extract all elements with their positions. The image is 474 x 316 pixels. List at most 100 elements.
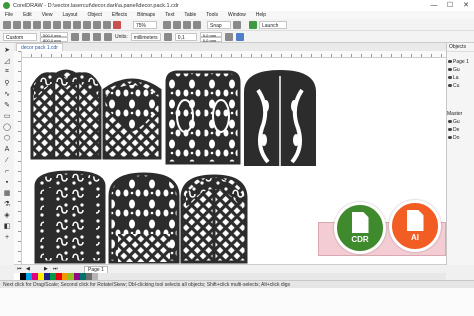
pick-tool-icon[interactable]: ➤: [3, 46, 11, 54]
landscape-icon[interactable]: [82, 32, 90, 41]
prev-page-icon[interactable]: ◀: [26, 266, 30, 272]
current-page-icon[interactable]: [104, 32, 112, 41]
visibility-eye-icon[interactable]: [448, 128, 452, 132]
docker-row-master[interactable]: Master: [447, 110, 474, 118]
smart-fill-icon[interactable]: ◧: [3, 222, 11, 230]
menu-edit[interactable]: Edit: [18, 12, 37, 18]
menu-object[interactable]: Object: [82, 12, 106, 18]
docker-row-document-grid[interactable]: Do: [447, 134, 474, 142]
panel-arched-dense-floral[interactable]: [108, 172, 180, 264]
menu-bar: File Edit View Layout Object Effects Bit…: [0, 11, 474, 19]
portrait-icon[interactable]: [71, 32, 79, 41]
save-icon[interactable]: [23, 20, 31, 29]
menu-effects[interactable]: Effects: [107, 12, 132, 18]
menu-view[interactable]: View: [37, 12, 58, 18]
all-pages-icon[interactable]: [93, 32, 101, 41]
docker-row-master-guides[interactable]: Gu: [447, 118, 474, 126]
visibility-eye-icon[interactable]: [448, 68, 452, 72]
duplicate-y-field[interactable]: 5,0 mm: [199, 36, 222, 43]
color-swatch[interactable]: [92, 273, 98, 280]
parallel-dimension-icon[interactable]: ∕: [3, 156, 11, 164]
menu-window[interactable]: Window: [223, 12, 251, 18]
maximize-button[interactable]: ☐: [442, 0, 458, 11]
open-icon[interactable]: [13, 20, 21, 29]
minimize-button[interactable]: —: [426, 0, 442, 11]
color-palette: [14, 273, 446, 280]
grid-icon[interactable]: [183, 20, 191, 29]
docker-row-desktop[interactable]: De: [447, 126, 474, 134]
menu-table[interactable]: Table: [179, 12, 201, 18]
zoom-tool-icon[interactable]: ⚲: [3, 79, 11, 87]
standard-toolbar: 75% Snap To Launch: [0, 19, 474, 37]
visibility-eye-icon[interactable]: [448, 120, 452, 124]
new-document-icon[interactable]: [3, 20, 11, 29]
rectangle-tool-icon[interactable]: ▭: [3, 112, 11, 120]
menu-file[interactable]: File: [0, 12, 18, 18]
docker-row-guides[interactable]: Gu: [447, 66, 474, 74]
panel-tall-scroll[interactable]: [244, 70, 316, 166]
ellipse-tool-icon[interactable]: ◯: [3, 123, 11, 131]
nudge-icon: [163, 32, 172, 41]
units-dropdown[interactable]: millimeters: [130, 32, 161, 41]
launch-dropdown[interactable]: Launch: [259, 20, 287, 29]
panel-double-door-ornamental[interactable]: [165, 70, 241, 165]
next-page-icon[interactable]: ▶: [44, 266, 48, 272]
export-icon[interactable]: [103, 20, 111, 29]
cut-icon[interactable]: [43, 20, 51, 29]
copy-icon[interactable]: [53, 20, 61, 29]
guidelines-icon[interactable]: [193, 20, 201, 29]
undo-icon[interactable]: [73, 20, 81, 29]
text-tool-icon[interactable]: A: [3, 145, 11, 153]
rulers-icon[interactable]: [173, 20, 181, 29]
add-tool-icon[interactable]: +: [3, 233, 11, 241]
launch-icon[interactable]: [249, 20, 257, 29]
menu-layout[interactable]: Layout: [57, 12, 82, 18]
snap-to-dropdown[interactable]: Snap To: [207, 20, 231, 37]
redo-icon[interactable]: [83, 20, 91, 29]
docker-row-layer[interactable]: La: [447, 74, 474, 82]
toolbox: ➤ ◿ ⌗ ⚲ ∿ ✎ ▭ ◯ ⬡ A ∕ ⌐ ▪ ▦ ⚗ ◈ ◧ +: [0, 43, 15, 265]
visibility-eye-icon[interactable]: [448, 76, 452, 80]
menu-tools[interactable]: Tools: [201, 12, 223, 18]
panel-lattice-screen[interactable]: [30, 69, 102, 160]
panel-arched-floral[interactable]: [102, 78, 162, 160]
close-button[interactable]: ✕: [458, 0, 474, 11]
artistic-media-icon[interactable]: ✎: [3, 101, 11, 109]
last-page-icon[interactable]: ⏭: [53, 266, 58, 272]
nudge-distance-field[interactable]: 0,1 mm: [174, 32, 197, 49]
visibility-eye-icon[interactable]: [448, 84, 452, 88]
eyedropper-icon[interactable]: ⚗: [3, 200, 11, 208]
panel-double-door-lattice[interactable]: [180, 174, 248, 264]
interactive-fill-icon[interactable]: ◈: [3, 211, 11, 219]
panel-scroll-pillars[interactable]: [34, 170, 106, 264]
crop-tool-icon[interactable]: ⌗: [3, 68, 11, 76]
first-page-icon[interactable]: ⏮: [17, 266, 22, 272]
import-icon[interactable]: [93, 20, 101, 29]
status-bar: Next click for Drag/Scale; Second click …: [0, 280, 474, 288]
vertical-ruler[interactable]: [14, 51, 22, 264]
menu-text[interactable]: Text: [160, 12, 179, 18]
menu-help[interactable]: Help: [251, 12, 271, 18]
treat-as-filled-icon[interactable]: [224, 32, 233, 41]
paste-icon[interactable]: [63, 20, 71, 29]
page-height-field[interactable]: 800,0 mm: [40, 36, 68, 43]
zoom-level-field[interactable]: 75%: [133, 20, 157, 29]
connector-tool-icon[interactable]: ⌐: [3, 167, 11, 175]
polygon-tool-icon[interactable]: ⬡: [3, 134, 11, 142]
visibility-eye-icon[interactable]: [448, 60, 452, 64]
horizontal-ruler[interactable]: [21, 51, 446, 58]
docker-row-page[interactable]: Page 1: [447, 58, 474, 66]
visibility-eye-icon[interactable]: [448, 136, 452, 140]
drop-shadow-icon[interactable]: ▪: [3, 178, 11, 186]
options-gear-icon[interactable]: [233, 20, 241, 29]
full-screen-icon[interactable]: [163, 20, 171, 29]
freehand-tool-icon[interactable]: ∿: [3, 90, 11, 98]
options-icon[interactable]: [235, 32, 244, 41]
print-icon[interactable]: [33, 20, 41, 29]
transparency-tool-icon[interactable]: ▦: [3, 189, 11, 197]
page-size-dropdown[interactable]: Custom: [3, 32, 37, 41]
publish-pdf-icon[interactable]: [113, 20, 121, 29]
menu-bitmaps[interactable]: Bitmaps: [132, 12, 160, 18]
docker-row-curves[interactable]: Cu: [447, 82, 474, 90]
shape-tool-icon[interactable]: ◿: [3, 57, 11, 65]
